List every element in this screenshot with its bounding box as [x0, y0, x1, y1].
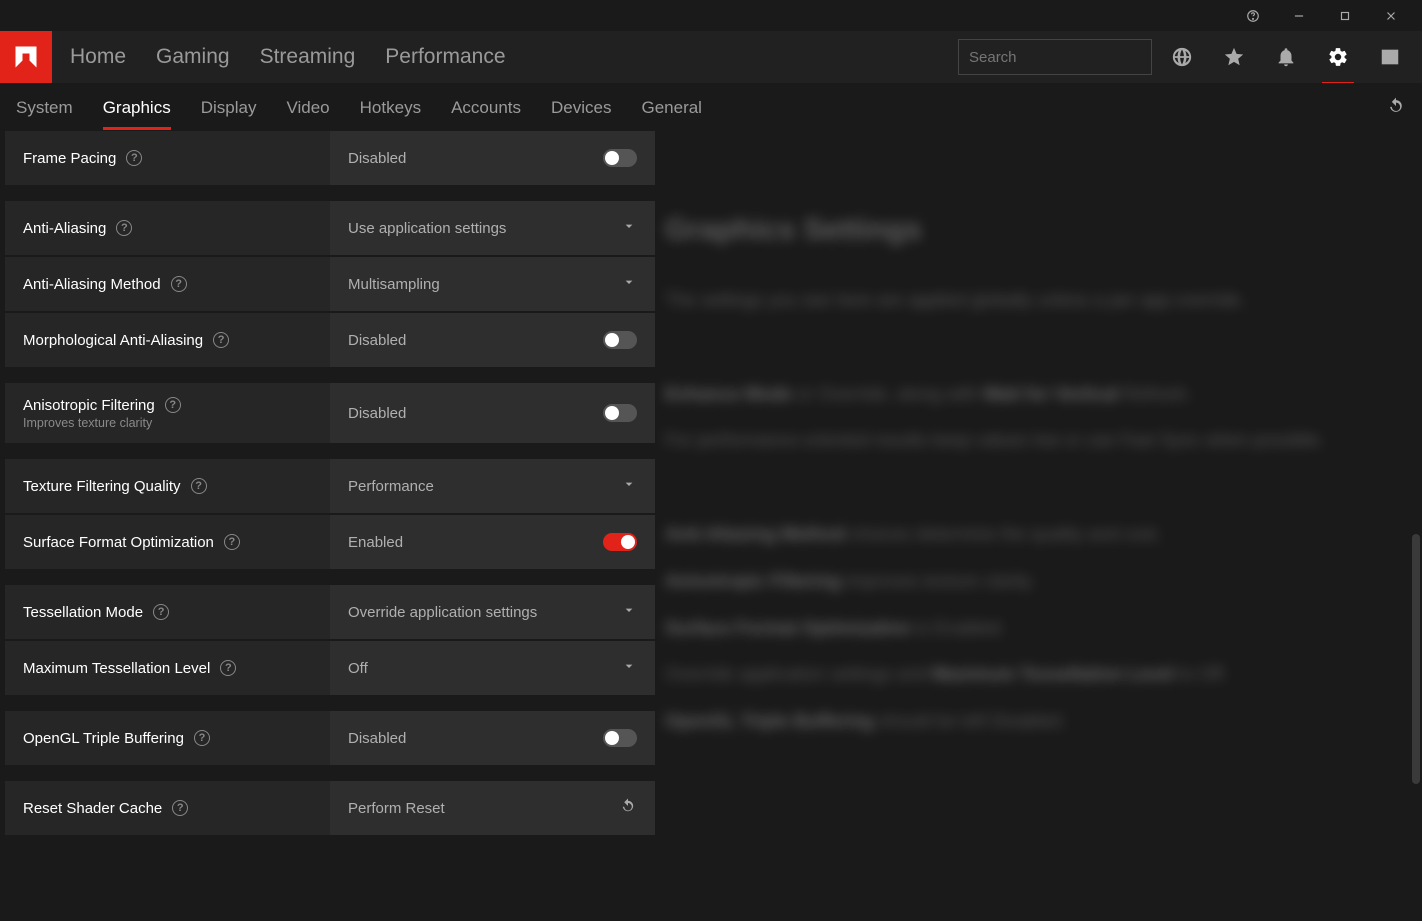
tab-accounts[interactable]: Accounts	[451, 86, 521, 130]
sidebar-toggle-icon[interactable]	[1378, 45, 1402, 69]
setting-label: Tessellation Mode	[23, 604, 143, 621]
minimize-button[interactable]	[1276, 0, 1322, 31]
setting-label: Reset Shader Cache	[23, 800, 162, 817]
setting-label: OpenGL Triple Buffering	[23, 730, 184, 747]
setting-value: Override application settings	[348, 604, 537, 621]
setting-label: Surface Format Optimization	[23, 534, 214, 551]
help-icon[interactable]	[1230, 0, 1276, 31]
toggle[interactable]	[603, 331, 637, 349]
tab-video[interactable]: Video	[286, 86, 329, 130]
chevron-down-icon	[621, 476, 637, 497]
scrollbar[interactable]	[1412, 134, 1420, 914]
chevron-down-icon	[621, 658, 637, 679]
setting-value: Off	[348, 660, 368, 677]
content-area: Frame Pacing? Disabled Anti-Aliasing? Us…	[0, 133, 1422, 921]
help-icon[interactable]: ?	[153, 604, 169, 620]
header-icon-bar	[1170, 45, 1422, 69]
setting-max-tessellation: Maximum Tessellation Level? Off	[5, 641, 655, 695]
setting-label: Anti-Aliasing Method	[23, 276, 161, 293]
setting-surface-opt: Surface Format Optimization? Enabled	[5, 515, 655, 569]
star-icon[interactable]	[1222, 45, 1246, 69]
tab-devices[interactable]: Devices	[551, 86, 611, 130]
nav-gaming[interactable]: Gaming	[156, 45, 230, 69]
toggle[interactable]	[603, 729, 637, 747]
help-icon[interactable]: ?	[116, 220, 132, 236]
nav-streaming[interactable]: Streaming	[260, 45, 356, 69]
setting-value: Disabled	[348, 405, 406, 422]
search-input[interactable]	[969, 49, 1168, 66]
setting-value: Disabled	[348, 150, 406, 167]
perform-reset-button[interactable]: Perform Reset	[330, 781, 655, 835]
setting-value: Performance	[348, 478, 434, 495]
toggle[interactable]	[603, 404, 637, 422]
setting-value: Use application settings	[348, 220, 506, 237]
web-icon[interactable]	[1170, 45, 1194, 69]
setting-triple-buffering: OpenGL Triple Buffering? Disabled	[5, 711, 655, 765]
chevron-down-icon	[621, 218, 637, 239]
setting-value: Enabled	[348, 534, 403, 551]
help-icon[interactable]: ?	[171, 276, 187, 292]
tab-general[interactable]: General	[641, 86, 701, 130]
help-icon[interactable]: ?	[224, 534, 240, 550]
help-icon[interactable]: ?	[126, 150, 142, 166]
setting-label: Morphological Anti-Aliasing	[23, 332, 203, 349]
dropdown[interactable]: Override application settings	[330, 585, 655, 639]
chevron-down-icon	[621, 602, 637, 623]
dropdown[interactable]: Performance	[330, 459, 655, 513]
dropdown[interactable]: Multisampling	[330, 257, 655, 311]
setting-aa-method: Anti-Aliasing Method? Multisampling	[5, 257, 655, 311]
tab-hotkeys[interactable]: Hotkeys	[360, 86, 421, 130]
tab-graphics[interactable]: Graphics	[103, 86, 171, 130]
setting-label: Anisotropic Filtering	[23, 397, 155, 414]
search-box[interactable]	[958, 39, 1152, 75]
reset-all-button[interactable]	[1386, 96, 1406, 121]
setting-value: Disabled	[348, 332, 406, 349]
setting-value: Perform Reset	[348, 800, 445, 817]
help-icon[interactable]: ?	[165, 397, 181, 413]
app-header: Home Gaming Streaming Performance	[0, 31, 1422, 83]
close-button[interactable]	[1368, 0, 1414, 31]
nav-home[interactable]: Home	[70, 45, 126, 69]
help-body: The settings you see here are applied gl…	[665, 277, 1382, 745]
setting-tex-quality: Texture Filtering Quality? Performance	[5, 459, 655, 513]
toggle[interactable]	[603, 149, 637, 167]
main-nav: Home Gaming Streaming Performance	[52, 45, 958, 69]
gear-icon[interactable]	[1326, 45, 1350, 69]
setting-anti-aliasing: Anti-Aliasing? Use application settings	[5, 201, 655, 255]
help-icon[interactable]: ?	[213, 332, 229, 348]
setting-morph-aa: Morphological Anti-Aliasing? Disabled	[5, 313, 655, 367]
setting-label: Anti-Aliasing	[23, 220, 106, 237]
bell-icon[interactable]	[1274, 45, 1298, 69]
setting-sublabel: Improves texture clarity	[23, 416, 312, 430]
dropdown[interactable]: Off	[330, 641, 655, 695]
reset-icon	[619, 797, 637, 820]
help-panel: Graphics Settings The settings you see h…	[665, 133, 1422, 921]
setting-value: Disabled	[348, 730, 406, 747]
maximize-button[interactable]	[1322, 0, 1368, 31]
amd-logo	[0, 31, 52, 83]
setting-label: Texture Filtering Quality	[23, 478, 181, 495]
setting-tessellation-mode: Tessellation Mode? Override application …	[5, 585, 655, 639]
setting-label: Maximum Tessellation Level	[23, 660, 210, 677]
help-title: Graphics Settings	[665, 213, 1382, 247]
nav-performance[interactable]: Performance	[385, 45, 505, 69]
window-titlebar	[0, 0, 1422, 31]
help-icon[interactable]: ?	[172, 800, 188, 816]
chevron-down-icon	[621, 274, 637, 295]
settings-list: Frame Pacing? Disabled Anti-Aliasing? Us…	[5, 125, 655, 835]
tab-system[interactable]: System	[16, 86, 73, 130]
tab-display[interactable]: Display	[201, 86, 257, 130]
help-icon[interactable]: ?	[194, 730, 210, 746]
setting-anisotropic: Anisotropic Filtering? Improves texture c…	[5, 383, 655, 443]
toggle[interactable]	[603, 533, 637, 551]
help-icon[interactable]: ?	[191, 478, 207, 494]
setting-label: Frame Pacing	[23, 150, 116, 167]
help-icon[interactable]: ?	[220, 660, 236, 676]
setting-reset-shader-cache: Reset Shader Cache? Perform Reset	[5, 781, 655, 835]
scroll-thumb[interactable]	[1412, 534, 1420, 784]
setting-frame-pacing: Frame Pacing? Disabled	[5, 131, 655, 185]
dropdown[interactable]: Use application settings	[330, 201, 655, 255]
setting-value: Multisampling	[348, 276, 440, 293]
